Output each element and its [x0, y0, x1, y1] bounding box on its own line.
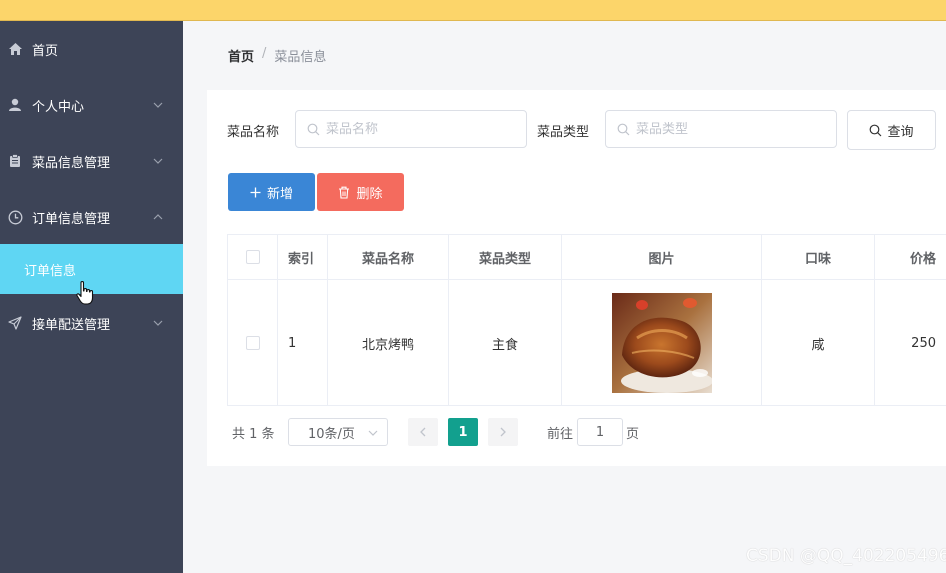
sidebar-item-order-management[interactable]: 订单信息管理 — [0, 189, 183, 245]
breadcrumb: 首页 / 菜品信息 — [228, 46, 326, 65]
top-header-bar — [0, 0, 946, 21]
sidebar-item-label: 订单信息管理 — [32, 211, 111, 227]
column-header: 菜品名称 — [328, 235, 449, 279]
row-dish-name: 北京烤鸭 — [328, 280, 449, 405]
clipboard-icon — [7, 153, 23, 169]
breadcrumb-separator: / — [262, 46, 267, 61]
sidebar-item-label: 接单配送管理 — [32, 317, 111, 333]
chevron-down-icon — [153, 320, 163, 326]
chevron-down-icon — [153, 102, 163, 108]
goto-page-input[interactable]: 1 — [577, 418, 623, 446]
plus-icon — [250, 187, 261, 197]
search-icon — [870, 124, 882, 136]
column-header: 索引 — [278, 235, 328, 279]
query-button[interactable]: 查询 — [847, 110, 936, 150]
search-icon — [307, 123, 320, 135]
sidebar-item-label: 个人中心 — [32, 99, 85, 115]
delete-button[interactable]: 删除 — [317, 173, 404, 211]
sidebar: 首页 个人中心 菜品信息管理 订单信息管理 订单信息 接单配送管理 — [0, 21, 183, 573]
chevron-down-icon — [368, 430, 378, 436]
select-all-checkbox[interactable] — [245, 250, 260, 264]
next-page-button[interactable] — [488, 418, 518, 446]
search-icon — [617, 123, 630, 135]
row-select-cell — [228, 280, 278, 405]
add-button[interactable]: 新增 — [228, 173, 315, 211]
dish-table: 索引 菜品名称 菜品类型 图片 口味 价格 1 北京烤鸭 主食 咸 250 — [227, 234, 946, 406]
content-card: 菜品名称 菜品类型 查询 新增 删除 索引 菜品名称 菜品类型 图片 口味 价格 — [207, 90, 946, 466]
breadcrumb-current: 菜品信息 — [274, 50, 327, 65]
page-suffix-label: 页 — [626, 427, 640, 442]
add-button-label: 新增 — [266, 186, 293, 202]
trash-icon — [339, 186, 350, 199]
page-size-select[interactable]: 10条/页 — [288, 418, 388, 446]
dish-type-input[interactable] — [636, 121, 816, 137]
row-checkbox[interactable] — [245, 336, 260, 350]
dish-name-label: 菜品名称 — [227, 125, 280, 140]
user-icon — [7, 97, 23, 113]
chevron-down-icon — [153, 158, 163, 164]
chevron-right-icon — [500, 427, 506, 437]
clock-icon — [7, 209, 23, 225]
prev-page-button[interactable] — [408, 418, 438, 446]
sidebar-item-label: 首页 — [32, 43, 59, 59]
column-header: 菜品类型 — [449, 235, 562, 279]
dish-name-field[interactable] — [295, 110, 527, 148]
row-taste: 咸 — [762, 280, 875, 405]
breadcrumb-home-link[interactable]: 首页 — [228, 46, 254, 65]
sidebar-subitem-label: 订单信息 — [24, 263, 77, 279]
table-row[interactable]: 1 北京烤鸭 主食 咸 250 — [228, 280, 946, 405]
home-icon — [7, 41, 23, 57]
sidebar-item-dish-management[interactable]: 菜品信息管理 — [0, 133, 183, 189]
chevron-left-icon — [420, 427, 426, 437]
row-price: 250 — [875, 280, 946, 405]
row-index: 1 — [278, 280, 328, 405]
page-number-current[interactable]: 1 — [448, 418, 478, 446]
row-image-cell — [562, 280, 762, 405]
select-all-cell — [228, 235, 278, 279]
dish-type-label: 菜品类型 — [537, 125, 590, 140]
delete-button-label: 删除 — [356, 186, 383, 202]
goto-label: 前往 — [547, 427, 574, 442]
chevron-up-icon — [153, 214, 163, 220]
row-dish-type: 主食 — [449, 280, 562, 405]
column-header: 口味 — [762, 235, 875, 279]
send-icon — [7, 315, 23, 331]
sidebar-item-label: 菜品信息管理 — [32, 155, 111, 171]
column-header: 价格 — [875, 235, 946, 279]
pagination-total: 共 1 条 — [232, 427, 275, 442]
page-size-value: 10条/页 — [308, 426, 355, 442]
sidebar-item-personal-center[interactable]: 个人中心 — [0, 77, 183, 133]
dish-name-input[interactable] — [326, 121, 506, 137]
sidebar-item-home[interactable]: 首页 — [0, 21, 183, 77]
column-header: 图片 — [562, 235, 762, 279]
dish-type-field[interactable] — [605, 110, 837, 148]
query-button-label: 查询 — [887, 124, 914, 140]
hand-pointer-cursor-icon — [76, 280, 94, 305]
roast-duck-photo — [611, 293, 712, 393]
table-header-row: 索引 菜品名称 菜品类型 图片 口味 价格 — [228, 235, 946, 280]
watermark: CSDN @QQ_402205496 — [746, 546, 946, 566]
